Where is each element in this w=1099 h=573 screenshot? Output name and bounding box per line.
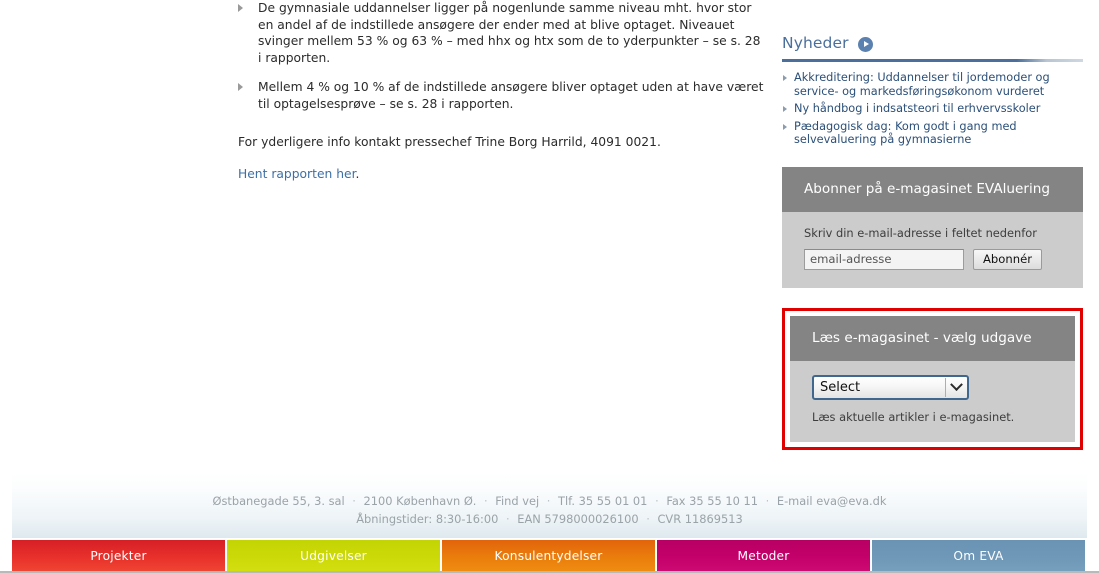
news-link[interactable]: Pædagogisk dag: Kom godt i gang med selv… [794,120,1017,147]
select-value: Select [820,379,861,395]
emagazine-body: Select Læs aktuelle artikler i e-magasin… [790,360,1075,442]
footer-city: 2100 København Ø. [363,494,477,508]
triangle-bullet-icon [783,106,787,112]
subscribe-button[interactable]: Abonnér [973,248,1042,270]
footer-phone: Tlf. 35 55 01 01 [558,494,648,508]
nav-item-konsulentydelser[interactable]: Konsulentydelser [442,540,655,571]
report-link-paragraph: Hent rapporten her. [232,166,767,183]
triangle-bullet-icon [238,4,243,12]
download-report-link[interactable]: Hent rapporten her [238,167,356,181]
subscribe-body: Skriv din e-mail-adresse i feltet nedenf… [782,211,1083,288]
article-bullet-list: De gymnasiale uddannelser ligger på noge… [232,0,767,113]
footer-panel: Østbanegade 55, 3. sal · 2100 København … [12,472,1087,538]
footer-separator: · [646,512,650,526]
footer-text: Østbanegade 55, 3. sal · 2100 København … [12,472,1087,528]
footer-separator: · [484,494,488,508]
footer-separator: · [765,494,770,508]
email-field[interactable] [804,248,964,270]
footer-address: Østbanegade 55, 3. sal [212,494,345,508]
nav-item-metoder[interactable]: Metoder [657,540,870,571]
article-content: De gymnasiale uddannelser ligger på noge… [232,0,767,183]
footer-email[interactable]: E-mail eva@eva.dk [777,494,887,508]
footer-separator: · [655,494,659,508]
news-block: Nyheder Akkreditering: Uddannelser til j… [782,0,1083,147]
footer-line-1: Østbanegade 55, 3. sal · 2100 København … [12,492,1087,510]
nav-item-om-eva[interactable]: Om EVA [872,540,1085,571]
nav-item-udgivelser[interactable]: Udgivelser [227,540,440,571]
footer-fax: Fax 35 55 10 11 [666,494,758,508]
emagazine-highlight-box: Læs e-magasinet - vælg udgave Select Læs… [782,307,1083,450]
nav-left-spacer [0,540,12,573]
triangle-bullet-icon [783,75,787,81]
subscribe-heading: Abonner på e-magasinet EVAluering [782,166,1083,212]
subscribe-panel: Abonner på e-magasinet EVAluering Skriv … [782,166,1083,288]
footer-separator: · [506,512,510,526]
news-list: Akkreditering: Uddannelser til jordemode… [782,71,1083,147]
news-link[interactable]: Akkreditering: Uddannelser til jordemode… [794,71,1050,98]
bullet-text: Mellem 4 % og 10 % af de indstillede ans… [258,80,764,111]
bottom-navigation: Projekter Udgivelser Konsulentydelser Me… [0,540,1099,573]
list-item: De gymnasiale uddannelser ligger på noge… [232,0,767,66]
emagazine-panel: Læs e-magasinet - vælg udgave Select Læs… [790,315,1075,442]
news-divider [782,59,1083,62]
list-item: Mellem 4 % og 10 % af de indstillede ans… [232,79,767,112]
play-circle-icon[interactable] [857,36,873,52]
bullet-text: De gymnasiale uddannelser ligger på noge… [258,1,761,65]
footer-separator: · [352,494,356,508]
report-link-tail: . [355,167,360,182]
footer-hours: Åbningstider: 8:30-16:00 [356,512,499,526]
triangle-bullet-icon [783,123,787,130]
news-link[interactable]: Ny håndbog i indsatsteori til erhvervssk… [794,102,1040,115]
emagazine-note: Læs aktuelle artikler i e-magasinet. [812,409,1015,424]
subscribe-form: Abonnér [804,248,1061,270]
right-sidebar: Nyheder Akkreditering: Uddannelser til j… [782,0,1083,450]
triangle-bullet-icon [238,83,243,92]
footer-find-vej-link[interactable]: Find vej [495,494,539,508]
list-item: Ny håndbog i indsatsteori til erhvervssk… [782,102,1083,116]
emagazine-heading: Læs e-magasinet - vælg udgave [790,315,1075,361]
contact-paragraph: For yderligere info kontakt pressechef T… [238,134,661,149]
footer-ean: EAN 5798000026100 [517,512,639,526]
emagazine-issue-select[interactable]: Select [812,374,969,400]
list-item: Akkreditering: Uddannelser til jordemode… [782,71,1083,98]
nav-right-spacer [1085,540,1099,573]
footer-cvr: CVR 11869513 [657,512,743,526]
chevron-down-icon[interactable] [946,377,967,392]
footer-line-2: Åbningstider: 8:30-16:00 · EAN 579800002… [12,510,1087,528]
footer-separator: · [546,494,551,508]
news-header: Nyheder [782,0,1083,52]
subscribe-hint: Skriv din e-mail-adresse i feltet nedenf… [804,225,1037,240]
news-title: Nyheder [782,34,849,52]
list-item: Pædagogisk dag: Kom godt i gang med selv… [782,120,1083,147]
nav-item-projekter[interactable]: Projekter [12,540,225,571]
